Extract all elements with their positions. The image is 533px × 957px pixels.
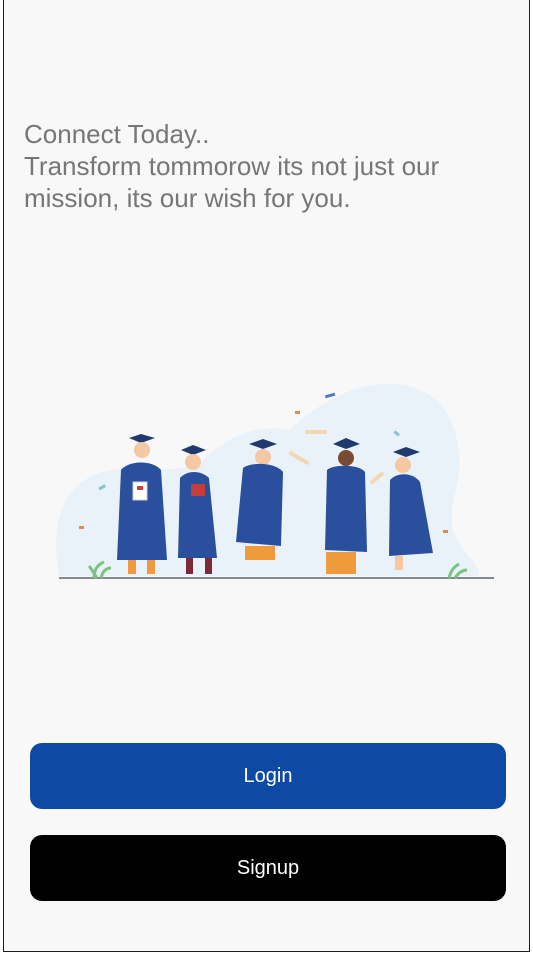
tagline-line-1: Connect Today.. xyxy=(24,119,210,149)
tagline-line-2: Transform tommorow its not just our miss… xyxy=(24,151,440,213)
graduates-illustration xyxy=(56,383,494,579)
tagline: Connect Today.. Transform tommorow its n… xyxy=(24,118,504,214)
login-button[interactable]: Login xyxy=(30,743,506,809)
onboarding-screen: Connect Today.. Transform tommorow its n… xyxy=(3,0,530,952)
signup-button[interactable]: Signup xyxy=(30,835,506,901)
